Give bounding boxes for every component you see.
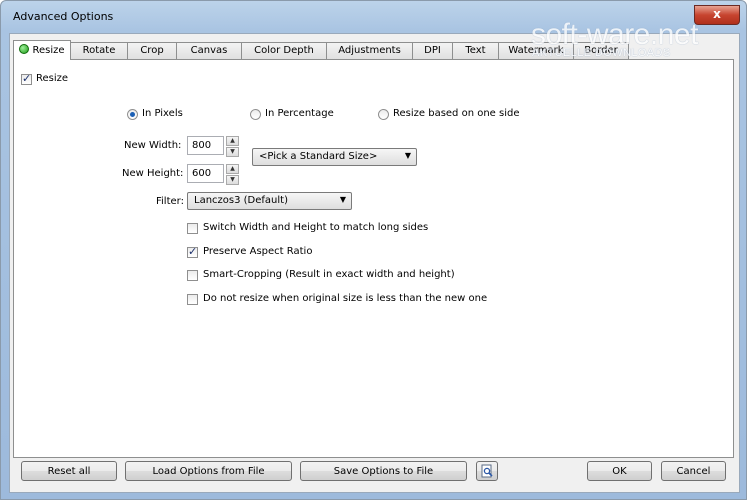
tab-label: DPI — [424, 45, 441, 56]
new-width-label: New Width: — [124, 140, 182, 151]
radio-in-pixels-label: In Pixels — [142, 108, 183, 119]
resize-enable-label: Resize — [36, 73, 69, 84]
tab-text[interactable]: Text — [452, 42, 499, 59]
tab-label: Color Depth — [254, 45, 314, 56]
no-upscale-label: Do not resize when original size is less… — [203, 293, 488, 304]
tab-color-depth[interactable]: Color Depth — [241, 42, 327, 59]
preserve-aspect-ratio-checkbox[interactable] — [187, 245, 198, 258]
resize-tab-panel: Resize In Pixels In Percentage Resize ba… — [13, 59, 734, 458]
filter-dropdown[interactable]: Lanczos3 (Default) ▼ — [187, 192, 352, 210]
spin-up-icon[interactable]: ▲ — [226, 164, 239, 174]
spin-up-icon[interactable]: ▲ — [226, 136, 239, 146]
tab-label: Canvas — [190, 45, 228, 56]
standard-size-value: <Pick a Standard Size> — [259, 151, 378, 162]
advanced-options-window: Advanced Options x Resize Rotate Crop Ca… — [0, 0, 747, 500]
save-options-button[interactable]: Save Options to File — [300, 461, 467, 481]
preview-button[interactable] — [476, 461, 498, 481]
tab-rotate[interactable]: Rotate — [70, 42, 128, 59]
dropdown-arrow-icon: ▼ — [339, 195, 346, 204]
watermark-main-text: soft-ware.net — [531, 18, 698, 51]
switch-width-height-label: Switch Width and Height to match long si… — [203, 222, 429, 233]
new-height-label: New Height: — [122, 168, 184, 179]
smart-cropping-checkbox[interactable] — [187, 270, 198, 281]
close-icon: x — [713, 7, 721, 21]
new-width-input[interactable] — [187, 136, 224, 155]
tab-label: Text — [465, 45, 486, 56]
tab-resize[interactable]: Resize — [13, 40, 71, 60]
ok-button[interactable]: OK — [587, 461, 652, 481]
filter-value: Lanczos3 (Default) — [194, 195, 288, 206]
dropdown-arrow-icon: ▼ — [404, 151, 411, 160]
radio-in-percentage[interactable] — [250, 109, 261, 120]
tab-label: Rotate — [82, 45, 116, 56]
spin-down-icon[interactable]: ▼ — [226, 147, 239, 157]
new-height-spinner[interactable]: ▲ ▼ — [226, 164, 239, 185]
resize-enable-checkbox[interactable] — [21, 72, 32, 85]
reset-all-button[interactable]: Reset all — [21, 461, 117, 481]
no-upscale-checkbox[interactable] — [187, 294, 198, 305]
status-green-dot-icon — [19, 44, 30, 54]
magnifier-page-icon — [481, 464, 493, 478]
cancel-button[interactable]: Cancel — [661, 461, 726, 481]
tab-dpi[interactable]: DPI — [412, 42, 453, 59]
spin-down-icon[interactable]: ▼ — [226, 175, 239, 185]
new-width-spinner[interactable]: ▲ ▼ — [226, 136, 239, 157]
smart-cropping-label: Smart-Cropping (Result in exact width an… — [203, 269, 455, 280]
new-height-input[interactable] — [187, 164, 224, 183]
tab-canvas[interactable]: Canvas — [176, 42, 242, 59]
tab-crop[interactable]: Crop — [127, 42, 177, 59]
standard-size-dropdown[interactable]: <Pick a Standard Size> ▼ — [252, 148, 417, 166]
tab-label: Adjustments — [338, 45, 401, 56]
window-title: Advanced Options — [13, 10, 114, 23]
radio-in-percentage-label: In Percentage — [265, 108, 334, 119]
tab-label: Resize — [32, 45, 65, 56]
load-options-button[interactable]: Load Options from File — [125, 461, 292, 481]
radio-resize-one-side-label: Resize based on one side — [393, 108, 520, 119]
switch-width-height-checkbox[interactable] — [187, 223, 198, 234]
filter-label: Filter: — [156, 196, 184, 207]
watermark-sub-text: AKTUELLE DOWNLOADS — [532, 47, 671, 59]
tab-adjustments[interactable]: Adjustments — [326, 42, 413, 59]
preserve-aspect-ratio-label: Preserve Aspect Ratio — [203, 246, 313, 257]
radio-in-pixels[interactable] — [127, 109, 138, 120]
watermark-logo: soft-ware.net AKTUELLE DOWNLOADS — [531, 20, 698, 59]
dialog-client-area: Resize Rotate Crop Canvas Color Depth Ad… — [9, 33, 740, 493]
tab-label: Crop — [140, 45, 164, 56]
close-button[interactable]: x — [694, 5, 740, 25]
radio-resize-one-side[interactable] — [378, 109, 389, 120]
